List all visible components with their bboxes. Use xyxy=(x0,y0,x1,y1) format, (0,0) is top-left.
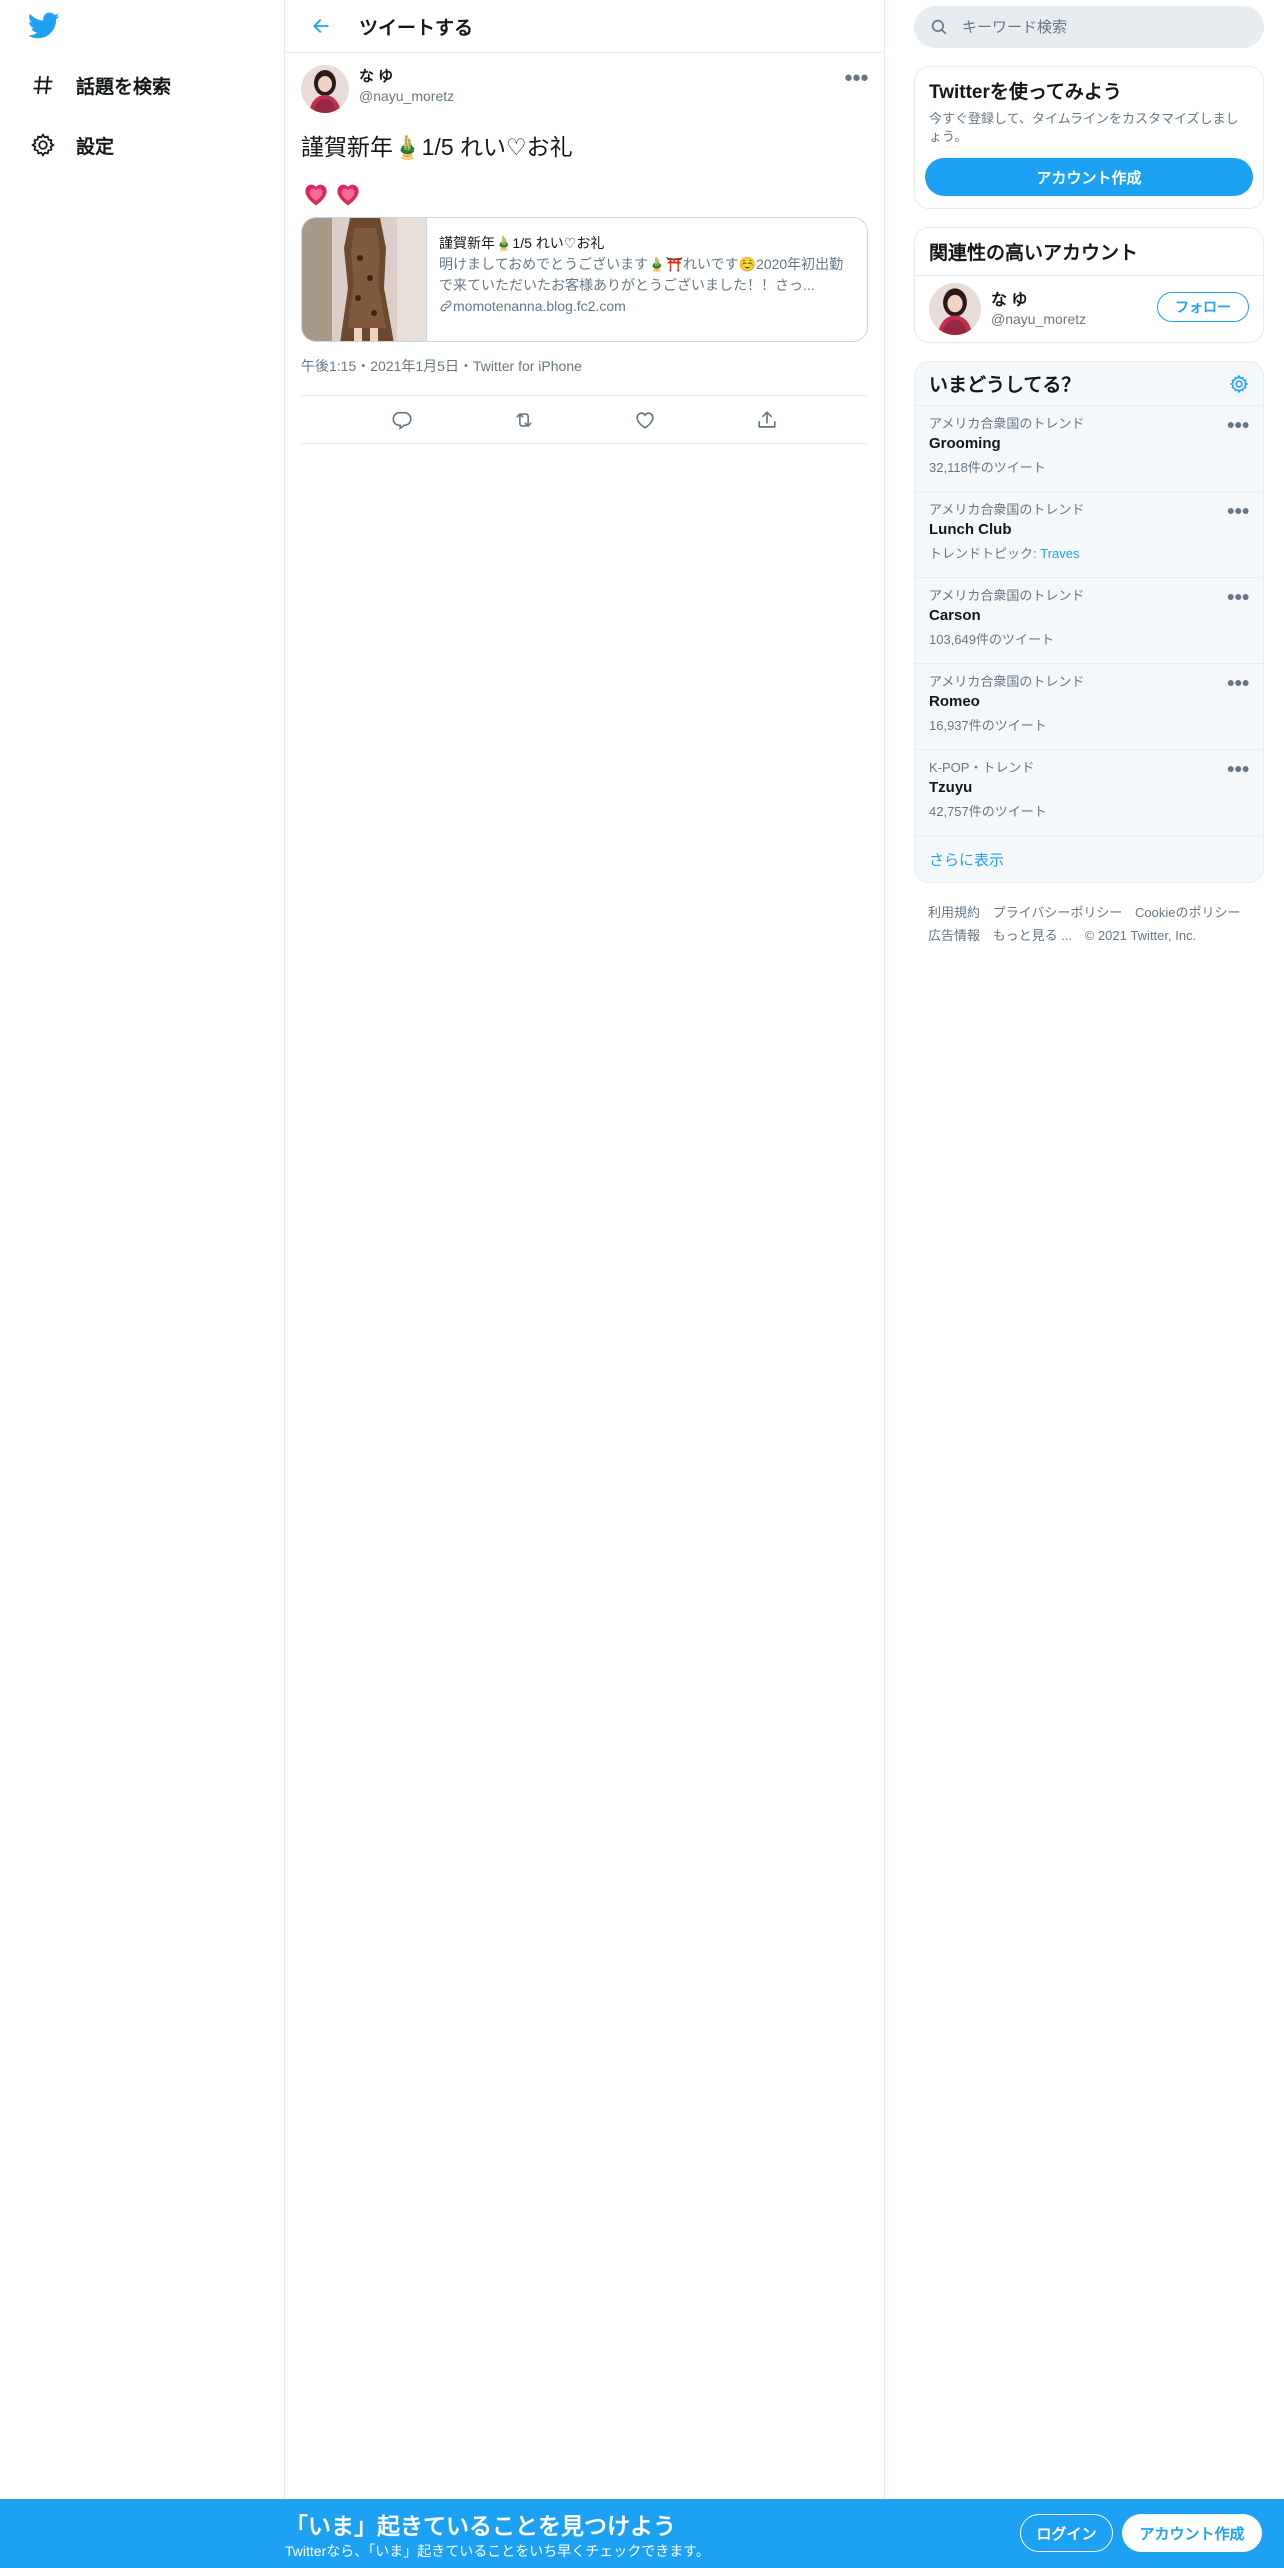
trend-item[interactable]: K-POP・トレンド Tzuyu 42,757件のツイート ●●● xyxy=(915,750,1263,836)
share-icon[interactable] xyxy=(752,405,782,435)
retweet-icon[interactable] xyxy=(509,405,539,435)
tweet-text: 謹賀新年🎍1/5 れい♡お礼 xyxy=(301,134,573,160)
trend-count: 32,118件のツイート xyxy=(929,460,1046,475)
trend-count: 103,649件のツイート xyxy=(929,632,1054,647)
related-info: な ゆ @nayu_moretz xyxy=(991,291,1086,327)
tweet-author: な ゆ @nayu_moretz ●●● xyxy=(301,65,869,117)
signup-subtitle: 今すぐ登録して、タイムラインをカスタマイズしましょう。 xyxy=(929,111,1239,144)
trend-context: アメリカ合衆国のトレンド xyxy=(929,588,1085,603)
author-handle[interactable]: @nayu_moretz xyxy=(359,87,454,105)
related-name[interactable]: な ゆ xyxy=(991,291,1086,311)
related-account[interactable]: な ゆ @nayu_moretz フォロー xyxy=(915,276,1263,342)
footer-link[interactable]: もっと見る ... xyxy=(993,928,1072,943)
card-domain: momotenanna.blog.fc2.com xyxy=(439,296,855,316)
trend-item[interactable]: アメリカ合衆国のトレンド Grooming 32,118件のツイート ●●● xyxy=(915,406,1263,492)
trend-name: Romeo xyxy=(929,693,980,710)
related-title: 関連性の高いアカウント xyxy=(915,228,1263,276)
gear-icon[interactable] xyxy=(1229,374,1249,394)
signup-title: Twitterを使ってみよう xyxy=(929,82,1122,103)
main-column: ツイートする な ゆ @nayu_moretz ●●● 謹賀新年🎍1/5 れい♡… xyxy=(285,0,885,2568)
bottom-bar-title: 「いま」起きていることを見つけよう xyxy=(285,2513,676,2539)
trend-context: アメリカ合衆国のトレンド xyxy=(929,502,1085,517)
trend-topic-label: トレンドトピック: xyxy=(929,546,1041,561)
trend-context: K-POP・トレンド xyxy=(929,760,1035,775)
trend-topic: トレンドトピック: Traves xyxy=(929,546,1249,562)
trend-item[interactable]: アメリカ合衆国のトレンド Romeo 16,937件のツイート ●●● xyxy=(915,664,1263,750)
left-nav: 話題を検索 設定 xyxy=(0,0,285,2568)
author-info: な ゆ @nayu_moretz xyxy=(359,65,454,105)
more-options-icon[interactable]: ●●● xyxy=(844,69,869,86)
footer-link[interactable]: Cookieのポリシー xyxy=(1135,905,1240,920)
trend-name: Lunch Club xyxy=(929,521,1012,538)
card-description: 明けましておめでとうございます🎍⛩️れいです☺️2020年初出勤で来ていただいた… xyxy=(439,256,844,293)
signup-box: Twitterを使ってみよう 今すぐ登録して、タイムラインをカスタマイズしましょ… xyxy=(914,66,1264,209)
related-accounts-box: 関連性の高いアカウント な ゆ @nayu_moretz フォロー xyxy=(914,227,1264,343)
search-icon xyxy=(931,19,947,35)
reply-icon[interactable] xyxy=(387,405,417,435)
login-button[interactable]: ログイン xyxy=(1020,2514,1113,2552)
trends-title: いまどうしてる？ xyxy=(929,375,1081,396)
trend-name: Grooming xyxy=(929,435,1001,452)
card-body: 謹賀新年🎍1/5 れい♡お礼 明けましておめでとうございます🎍⛩️れいです☺️2… xyxy=(426,218,867,341)
nav-item-settings[interactable]: 設定 xyxy=(28,125,114,165)
nav-item-label: 話題を検索 xyxy=(76,76,172,98)
right-sidebar: Twitterを使ってみよう 今すぐ登録して、タイムラインをカスタマイズしましょ… xyxy=(914,0,1264,947)
author-name[interactable]: な ゆ xyxy=(359,67,454,87)
tweet-actions xyxy=(301,396,868,444)
create-account-button[interactable]: アカウント作成 xyxy=(925,158,1253,196)
more-options-icon[interactable]: ●●● xyxy=(1227,588,1250,604)
trend-item[interactable]: アメリカ合衆国のトレンド Lunch Club トレンドトピック: Traves… xyxy=(915,492,1263,578)
more-options-icon[interactable]: ●●● xyxy=(1227,760,1250,776)
more-options-icon[interactable]: ●●● xyxy=(1227,416,1250,432)
footer: 利用規約 プライバシーポリシー Cookieのポリシー 広告情報 もっと見る .… xyxy=(914,901,1264,947)
trend-count: 42,757件のツイート xyxy=(929,804,1047,819)
nav-item-explore[interactable]: 話題を検索 xyxy=(28,65,171,105)
trend-name: Carson xyxy=(929,607,981,624)
trend-topic-link[interactable]: Traves xyxy=(1040,546,1079,561)
hashtag-icon xyxy=(28,70,58,100)
search-bar[interactable] xyxy=(914,6,1264,48)
card-title: 謹賀新年🎍1/5 れい♡お礼 xyxy=(439,235,605,251)
copyright: © 2021 Twitter, Inc. xyxy=(1084,928,1197,943)
footer-link[interactable]: プライバシーポリシー xyxy=(993,905,1123,920)
link-icon xyxy=(440,300,452,312)
more-options-icon[interactable]: ●●● xyxy=(1227,674,1250,690)
trend-context: アメリカ合衆国のトレンド xyxy=(929,674,1085,689)
tweet-timestamp: 午後1:15・2021年1月5日・Twitter for iPhone xyxy=(301,356,868,396)
footer-link[interactable]: 広告情報 xyxy=(928,928,980,943)
heart-emoji-icon xyxy=(337,184,359,206)
trends-box: いまどうしてる？ アメリカ合衆国のトレンド Grooming 32,118件のツ… xyxy=(914,361,1264,883)
trends-header: いまどうしてる？ xyxy=(915,362,1263,406)
back-arrow-icon[interactable] xyxy=(303,8,339,44)
like-icon[interactable] xyxy=(630,405,660,435)
trend-item[interactable]: アメリカ合衆国のトレンド Carson 103,649件のツイート ●●● xyxy=(915,578,1263,664)
card-domain-text: momotenanna.blog.fc2.com xyxy=(453,298,626,314)
show-more-link[interactable]: さらに表示 xyxy=(915,836,1263,882)
bottom-bar-subtitle: Twitterなら、「いま」起きていることをいち早くチェックできます。 xyxy=(285,2543,710,2559)
avatar[interactable] xyxy=(929,283,981,335)
link-card[interactable]: 謹賀新年🎍1/5 れい♡お礼 明けましておめでとうございます🎍⛩️れいです☺️2… xyxy=(301,217,868,342)
page-header: ツイートする xyxy=(285,0,884,53)
tweet: な ゆ @nayu_moretz ●●● 謹賀新年🎍1/5 れい♡お礼 謹賀新年… xyxy=(285,53,884,444)
avatar[interactable] xyxy=(301,65,349,113)
card-thumbnail xyxy=(302,218,426,341)
heart-emoji-icon xyxy=(305,184,327,206)
page-title: ツイートする xyxy=(359,17,474,39)
search-input[interactable] xyxy=(962,18,1222,36)
bottom-signup-bar: 「いま」起きていることを見つけよう Twitterなら、「いま」起きていることを… xyxy=(0,2499,1284,2568)
related-handle[interactable]: @nayu_moretz xyxy=(991,311,1086,327)
twitter-bird-icon[interactable] xyxy=(27,12,62,42)
trend-count: 16,937件のツイート xyxy=(929,718,1047,733)
more-options-icon[interactable]: ●●● xyxy=(1227,502,1250,518)
gear-icon xyxy=(28,130,58,160)
nav-item-label: 設定 xyxy=(76,136,115,158)
footer-link[interactable]: 利用規約 xyxy=(928,905,980,920)
trend-name: Tzuyu xyxy=(929,779,973,796)
trend-context: アメリカ合衆国のトレンド xyxy=(929,416,1085,431)
signup-button[interactable]: アカウント作成 xyxy=(1122,2514,1262,2552)
hearts-row xyxy=(301,179,868,209)
follow-button[interactable]: フォロー xyxy=(1157,292,1249,322)
